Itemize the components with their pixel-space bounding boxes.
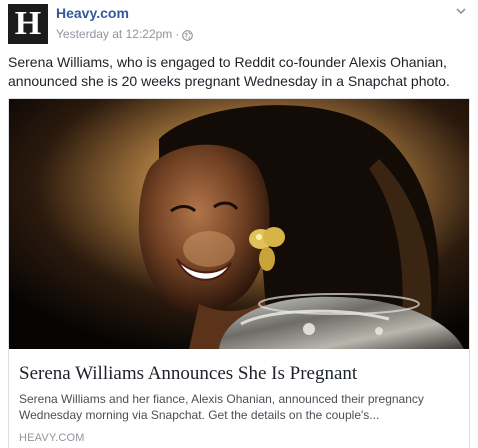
link-preview-domain: HEAVY.COM bbox=[19, 432, 85, 444]
meta-separator: · bbox=[175, 27, 180, 41]
post-meta: Yesterday at 12:22pm · bbox=[56, 26, 194, 42]
link-preview-description: Serena Williams and her fiance, Alexis O… bbox=[19, 392, 424, 422]
link-preview-card[interactable]: Serena Williams Announces She Is Pregnan… bbox=[8, 98, 470, 448]
link-preview-title[interactable]: Serena Williams Announces She Is Pregnan… bbox=[19, 363, 459, 385]
post-header: H Heavy.com Yesterday at 12:22pm · bbox=[8, 4, 470, 44]
page-avatar[interactable]: H bbox=[8, 4, 48, 44]
chevron-down-icon[interactable] bbox=[452, 4, 470, 18]
page-name-link[interactable]: Heavy.com bbox=[56, 4, 129, 22]
post-timestamp[interactable]: Yesterday at 12:22pm bbox=[56, 26, 172, 42]
globe-icon bbox=[182, 29, 194, 41]
avatar-logo-letter: H bbox=[14, 5, 42, 42]
link-preview-image[interactable] bbox=[9, 99, 469, 349]
post-body-text: Serena Williams, who is engaged to Reddi… bbox=[8, 54, 450, 89]
facebook-post: H Heavy.com Yesterday at 12:22pm · Seren… bbox=[0, 0, 478, 448]
